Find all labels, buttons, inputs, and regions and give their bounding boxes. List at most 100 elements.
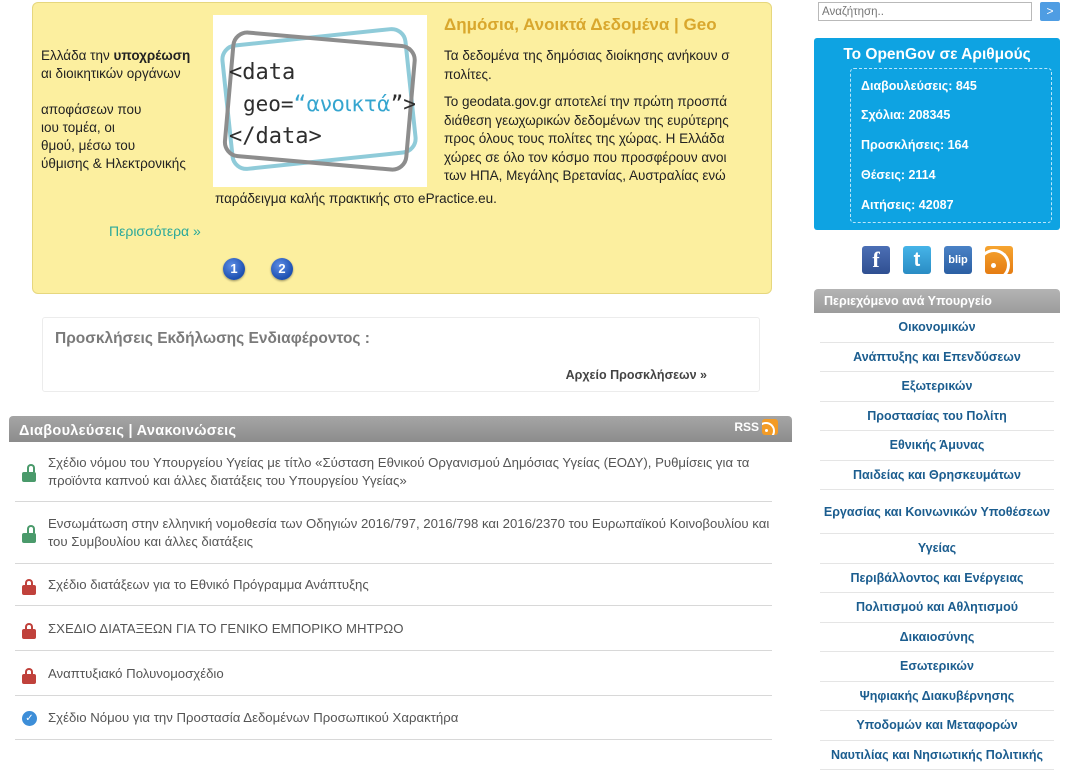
consultation-item[interactable]: Ενσωμάτωση στην ελληνική νομοθεσία των Ο… bbox=[15, 502, 772, 564]
ministry-link[interactable]: Παιδείας και Θρησκευμάτων bbox=[820, 461, 1054, 490]
slide-page-2-button[interactable]: 2 bbox=[271, 258, 293, 280]
stat-calls[interactable]: Προσκλήσεις: 164 bbox=[861, 138, 968, 152]
consultation-title[interactable]: Αναπτυξιακό Πολυνομοσχέδιο bbox=[15, 651, 772, 683]
logo-line-2-word: ανοικτά bbox=[306, 92, 390, 116]
calls-archive-link[interactable]: Αρχείο Προσκλήσεων » bbox=[566, 368, 707, 382]
ministry-link[interactable]: Πολιτισμού και Αθλητισμού bbox=[820, 593, 1054, 623]
opengov-stats-panel: Το OpenGov σε Αριθμούς Διαβουλεύσεις: 84… bbox=[814, 38, 1060, 230]
rss-icon bbox=[762, 419, 778, 435]
social-links: f t blip bbox=[862, 246, 1013, 274]
calls-title: Προσκλήσεις Εκδήλωσης Ενδιαφέροντος : bbox=[55, 330, 370, 347]
line-text: θμού, μέσω του bbox=[41, 138, 136, 153]
consultation-item[interactable]: Αναπτυξιακό Πολυνομοσχέδιο bbox=[15, 651, 772, 696]
ministry-link[interactable]: Υποδομών και Μεταφορών bbox=[820, 711, 1054, 741]
line-text: ιου τομέα, οι bbox=[41, 120, 115, 135]
previous-slide-line: θμού, μέσω του bbox=[41, 137, 219, 155]
locked-padlock-icon bbox=[22, 667, 36, 684]
search-input[interactable] bbox=[818, 2, 1032, 21]
featured-body-line: Τα δεδομένα της δημόσιας διοίκησης ανήκο… bbox=[444, 48, 730, 63]
ministry-link[interactable]: Εξωτερικών bbox=[820, 372, 1054, 402]
consultation-item[interactable]: ✓ Σχέδιο Νόμου για την Προστασία Δεδομένω… bbox=[15, 696, 772, 740]
previous-slide-line: αποφάσεων που bbox=[41, 101, 219, 119]
more-link[interactable]: Περισσότερα » bbox=[109, 223, 201, 239]
stat-positions[interactable]: Θέσεις: 2114 bbox=[861, 168, 936, 182]
ministry-link[interactable]: Υγείας bbox=[820, 534, 1054, 564]
consultations-header: Διαβουλεύσεις | Ανακοινώσεις RSS bbox=[9, 416, 792, 442]
open-data-logo-image: <data geo=“ανοικτά”> </data> bbox=[213, 15, 427, 187]
line-text: αποφάσεων που bbox=[41, 102, 142, 117]
previous-slide-line: ιου τομέα, οι bbox=[41, 119, 219, 137]
unlocked-padlock-icon bbox=[22, 464, 36, 482]
stat-consultations[interactable]: Διαβουλεύσεις: 845 bbox=[861, 79, 977, 93]
twitter-icon[interactable]: t bbox=[903, 246, 931, 274]
consultation-item[interactable]: Σχέδιο νόμου του Υπουργείου Υγείας με τί… bbox=[15, 442, 772, 502]
completed-check-icon: ✓ bbox=[22, 711, 37, 726]
consultation-title[interactable]: Σχέδιο Νόμου για την Προστασία Δεδομένων… bbox=[15, 696, 772, 727]
ministry-link[interactable]: Ναυτιλίας και Νησιωτικής Πολιτικής bbox=[820, 741, 1054, 770]
slide-page-1-button[interactable]: 1 bbox=[223, 258, 245, 280]
line-text: Ελλάδα την bbox=[41, 48, 114, 63]
stats-title: Το OpenGov σε Αριθμούς bbox=[843, 46, 1031, 63]
ministry-link[interactable]: Οικονομικών bbox=[820, 313, 1054, 343]
ministries-list: Οικονομικών Ανάπτυξης και Επενδύσεων Εξωτε… bbox=[814, 313, 1060, 770]
featured-body-line: διάθεση γεωχωρικών δεδομένων της ευρύτερ… bbox=[444, 112, 729, 128]
rss-feed-icon[interactable] bbox=[985, 246, 1013, 274]
logo-line-2-quote-open: “ bbox=[294, 92, 307, 116]
featured-last-line: παράδειγμα καλής πρακτικής στο ePractice… bbox=[215, 191, 497, 206]
locked-padlock-icon bbox=[22, 622, 36, 639]
facebook-icon[interactable]: f bbox=[862, 246, 890, 274]
featured-slider: Ελλάδα την υποχρέωση αι διοικητικών οργάν… bbox=[32, 2, 772, 294]
blip-icon[interactable]: blip bbox=[944, 246, 972, 274]
consultations-title: Διαβουλεύσεις | Ανακοινώσεις bbox=[19, 423, 237, 439]
logo-line-1: <data bbox=[229, 60, 295, 85]
featured-body-line: πολίτες. bbox=[444, 66, 492, 82]
stat-comments[interactable]: Σχόλια: 208345 bbox=[861, 108, 950, 122]
consultations-panel: Διαβουλεύσεις | Ανακοινώσεις RSS Σχέδιο … bbox=[9, 416, 792, 773]
consultation-item[interactable]: ΣΧΕΔΙΟ ΔΙΑΤΑΞΕΩΝ ΓΙΑ ΤΟ ΓΕΝΙΚΟ ΕΜΠΟΡΙΚΟ … bbox=[15, 606, 772, 651]
featured-body-line: Το geodata.gov.gr αποτελεί την πρώτη προ… bbox=[444, 94, 727, 109]
locked-padlock-icon bbox=[22, 579, 36, 595]
search-button[interactable]: > bbox=[1040, 2, 1060, 21]
consultation-title[interactable]: Σχέδιο διατάξεων για το Εθνικό Πρόγραμμα… bbox=[15, 564, 772, 594]
ministry-link[interactable]: Ψηφιακής Διακυβέρνησης bbox=[820, 682, 1054, 711]
consultations-rss-link[interactable]: RSS bbox=[734, 419, 778, 435]
featured-body-line: των ΗΠΑ, Μεγάλης Βρετανίας, Αυστραλίας ε… bbox=[444, 168, 726, 183]
logo-line-2-key: geo= bbox=[243, 92, 294, 116]
stat-applications[interactable]: Αιτήσεις: 42087 bbox=[861, 198, 954, 212]
previous-slide-line: ύθμισης & Ηλεκτρονικής bbox=[41, 155, 219, 173]
rss-label: RSS bbox=[734, 420, 759, 434]
ministry-link[interactable]: Εσωτερικών bbox=[820, 652, 1054, 682]
previous-slide-line: αι διοικητικών οργάνων bbox=[41, 65, 219, 83]
ministry-link[interactable]: Εργασίας και Κοινωνικών Υποθέσεων bbox=[820, 490, 1054, 534]
svg-text:geo=“ανοικτά”>: geo=“ανοικτά”> bbox=[243, 92, 416, 116]
featured-body: Τα δεδομένα της δημόσιας διοίκησης ανήκο… bbox=[444, 47, 760, 186]
consultations-list: Σχέδιο νόμου του Υπουργείου Υγείας με τί… bbox=[9, 442, 792, 740]
ministry-link[interactable]: Προστασίας του Πολίτη bbox=[820, 402, 1054, 431]
consultation-title[interactable]: ΣΧΕΔΙΟ ΔΙΑΤΑΞΕΩΝ ΓΙΑ ΤΟ ΓΕΝΙΚΟ ΕΜΠΟΡΙΚΟ … bbox=[15, 606, 772, 638]
calls-for-interest-box: Προσκλήσεις Εκδήλωσης Ενδιαφέροντος : Αρ… bbox=[42, 317, 760, 392]
featured-title[interactable]: Δημόσια, Ανοικτά Δεδομένα | Geo bbox=[444, 15, 770, 35]
logo-line-2-quote-close: ”> bbox=[391, 92, 416, 116]
ministry-link[interactable]: Ανάπτυξης και Επενδύσεων bbox=[820, 343, 1054, 372]
consultation-item[interactable]: Σχέδιο διατάξεων για το Εθνικό Πρόγραμμα… bbox=[15, 564, 772, 606]
ministry-link[interactable]: Εθνικής Άμυνας bbox=[820, 431, 1054, 461]
ministry-link[interactable]: Περιβάλλοντος και Ενέργειας bbox=[820, 564, 1054, 593]
logo-line-3: </data> bbox=[229, 124, 322, 149]
line-text: ύθμισης & Ηλεκτρονικής bbox=[41, 156, 186, 171]
line-text: αι διοικητικών οργάνων bbox=[41, 66, 181, 81]
slider-pager: 1 2 bbox=[223, 258, 293, 280]
unlocked-padlock-icon bbox=[22, 525, 36, 543]
consultation-title[interactable]: Ενσωμάτωση στην ελληνική νομοθεσία των Ο… bbox=[15, 502, 772, 551]
previous-slide-line: Ελλάδα την υποχρέωση bbox=[41, 47, 219, 65]
featured-body-line: χώρες σε όλο τον κόσμο που προσφέρουν αν… bbox=[444, 149, 727, 165]
ministries-title: Περιεχόμενο ανά Υπουργείο bbox=[814, 289, 1060, 313]
consultation-title[interactable]: Σχέδιο νόμου του Υπουργείου Υγείας με τί… bbox=[15, 442, 772, 490]
previous-slide-text: Ελλάδα την υποχρέωση αι διοικητικών οργάν… bbox=[41, 47, 219, 173]
ministry-link[interactable]: Δικαιοσύνης bbox=[820, 623, 1054, 652]
featured-body-line: προς όλους τους πολίτες της χώρας. Η Ελλ… bbox=[444, 131, 725, 146]
line-bold-text: υποχρέωση bbox=[113, 48, 191, 63]
ministries-panel: Περιεχόμενο ανά Υπουργείο Οικονομικών Ανά… bbox=[814, 289, 1060, 773]
stats-box: Διαβουλεύσεις: 845 Σχόλια: 208345 Προσκλ… bbox=[850, 68, 1052, 223]
